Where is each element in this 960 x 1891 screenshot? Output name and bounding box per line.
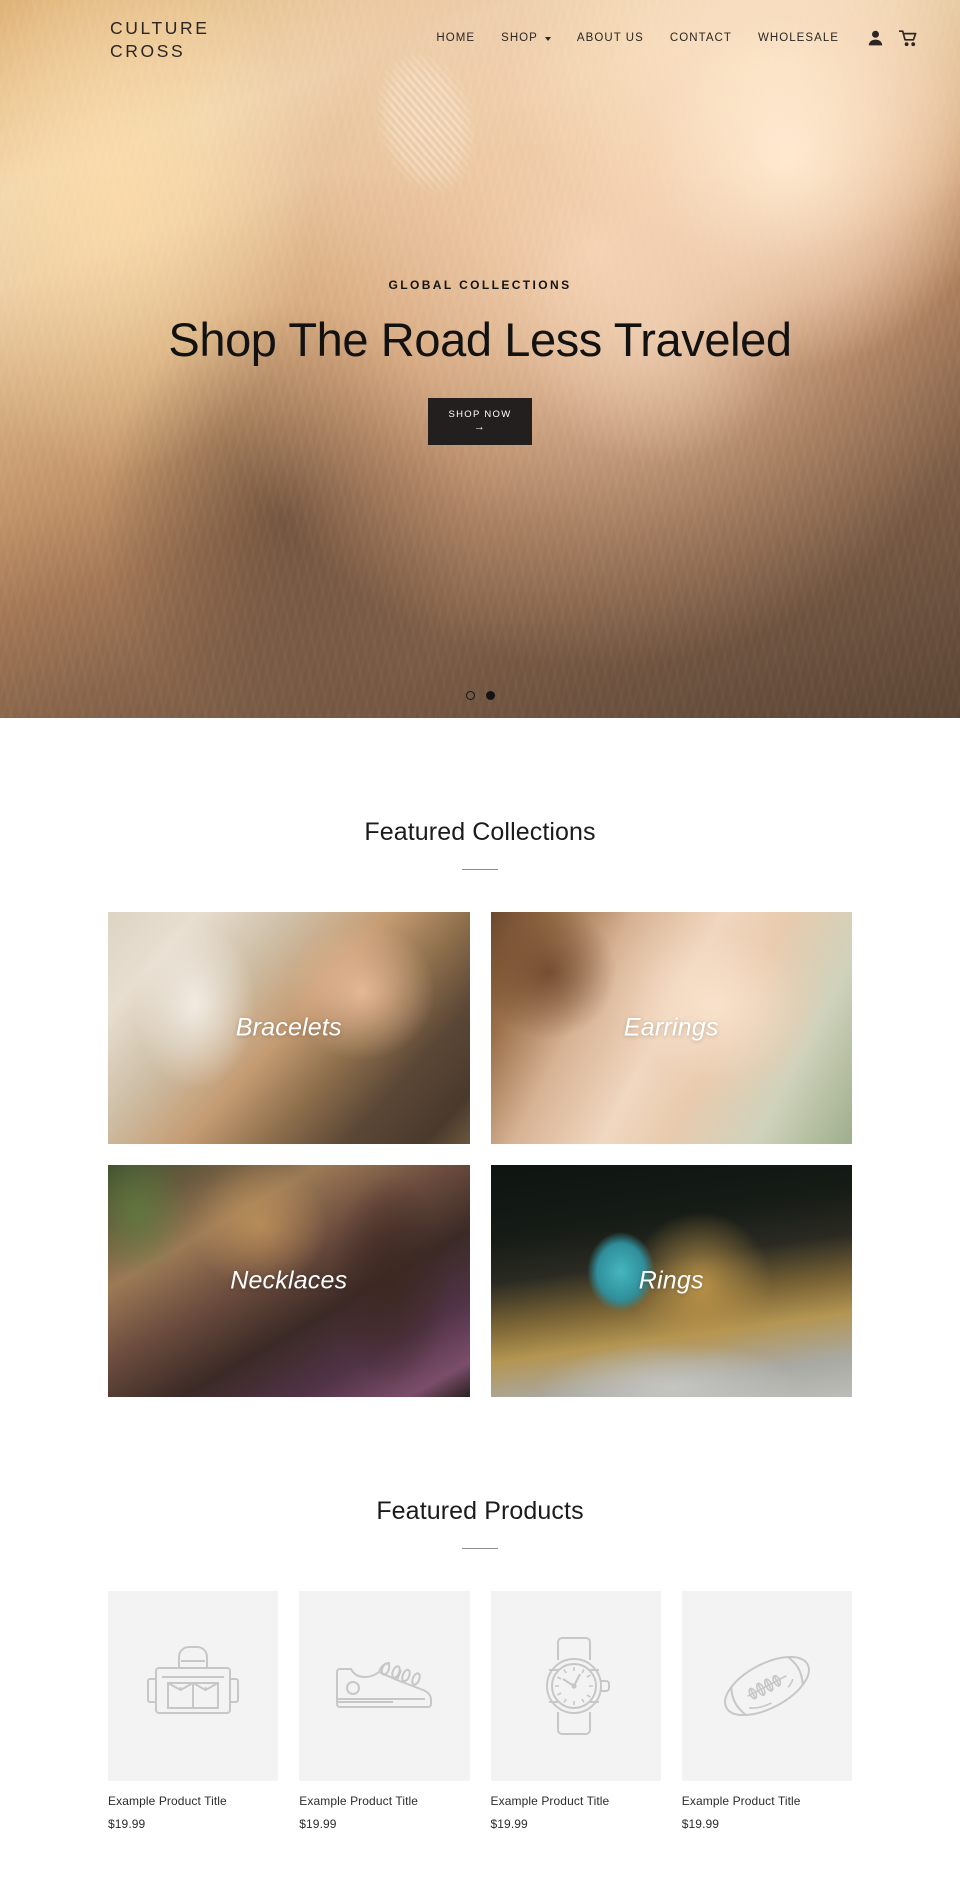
hero-copy-block: GLOBAL COLLECTIONS Shop The Road Less Tr… [0, 278, 960, 445]
nav-item-label: CONTACT [669, 32, 732, 44]
featured-collections-section: Featured Collections Bracelets Earrings … [0, 718, 960, 1397]
collection-card-rings[interactable]: Rings [490, 1165, 852, 1397]
collection-card-earrings[interactable]: Earrings [490, 912, 852, 1144]
nav-item-label: HOME [436, 32, 476, 44]
slideshow-pagination [0, 691, 960, 700]
collection-label: Bracelets [235, 1013, 342, 1042]
main-navigation: HOME SHOP ABOUT US CONTACT WHOLESALE [423, 26, 918, 50]
slideshow-dot-1[interactable] [465, 691, 475, 700]
nav-item-label: ABOUT US [576, 32, 644, 44]
nav-item-label: SHOP [501, 32, 538, 44]
hero-title: Shop The Road Less Traveled [168, 313, 792, 366]
nav-item-contact[interactable]: CONTACT [657, 26, 745, 50]
shop-now-label: SHOP NOW [448, 409, 512, 421]
nav-item-wholesale[interactable]: WHOLESALE [745, 26, 852, 50]
section-title: Featured Products [376, 1497, 584, 1525]
collection-label: Necklaces [230, 1266, 348, 1295]
product-title: Example Product Title [108, 1794, 227, 1808]
header-icon-group [868, 29, 918, 47]
product-title: Example Product Title [681, 1794, 801, 1808]
chevron-down-icon [544, 37, 551, 41]
site-header: CULTURE CROSS HOME SHOP ABOUT US CONTACT… [0, 0, 960, 76]
page-root: CULTURE CROSS HOME SHOP ABOUT US CONTACT… [0, 0, 960, 1891]
product-price: $19.99 [108, 1817, 146, 1831]
product-card[interactable]: Example Product Title $19.99 [681, 1591, 852, 1831]
product-price: $19.99 [299, 1817, 337, 1831]
site-logo[interactable]: CULTURE CROSS [110, 17, 210, 64]
product-price: $19.99 [681, 1817, 720, 1831]
product-title: Example Product Title [490, 1794, 610, 1808]
briefcase-icon [147, 1646, 240, 1714]
product-thumbnail [108, 1591, 279, 1781]
nav-item-shop[interactable]: SHOP [488, 26, 564, 50]
football-icon [723, 1655, 810, 1717]
shop-now-button[interactable]: SHOP NOW → [428, 397, 532, 445]
product-card[interactable]: Example Product Title $19.99 [490, 1591, 661, 1831]
product-thumbnail [490, 1591, 661, 1781]
nav-item-about-us[interactable]: ABOUT US [564, 26, 657, 50]
hero-eyebrow: GLOBAL COLLECTIONS [388, 278, 572, 292]
product-title: Example Product Title [299, 1794, 419, 1808]
collection-card-bracelets[interactable]: Bracelets [108, 912, 470, 1144]
featured-products-header: Featured Products [0, 1397, 960, 1549]
product-thumbnail [299, 1591, 470, 1781]
arrow-right-icon: → [473, 421, 487, 434]
hero-slideshow: CULTURE CROSS HOME SHOP ABOUT US CONTACT… [0, 0, 960, 718]
nav-item-label: WHOLESALE [757, 32, 839, 44]
products-grid: Example Product Title $19.99 Example Pro… [0, 1549, 960, 1891]
section-title: Featured Collections [364, 818, 596, 846]
watch-icon [545, 1637, 610, 1735]
nav-item-home[interactable]: HOME [423, 26, 488, 50]
collection-card-necklaces[interactable]: Necklaces [108, 1165, 470, 1397]
featured-collections-header: Featured Collections [0, 718, 960, 870]
product-card[interactable]: Example Product Title $19.99 [108, 1591, 279, 1831]
collections-grid: Bracelets Earrings Necklaces Rings [0, 870, 960, 1397]
cart-icon[interactable] [899, 29, 918, 47]
product-price: $19.99 [490, 1817, 528, 1831]
account-icon[interactable] [868, 30, 883, 46]
product-card[interactable]: Example Product Title $19.99 [299, 1591, 470, 1831]
featured-products-section: Featured Products Example Product Title … [0, 1397, 960, 1891]
collection-label: Rings [638, 1266, 704, 1295]
slideshow-dot-2[interactable] [485, 691, 495, 700]
sneaker-icon [336, 1662, 433, 1708]
collection-label: Earrings [623, 1013, 719, 1042]
product-thumbnail [681, 1591, 852, 1781]
